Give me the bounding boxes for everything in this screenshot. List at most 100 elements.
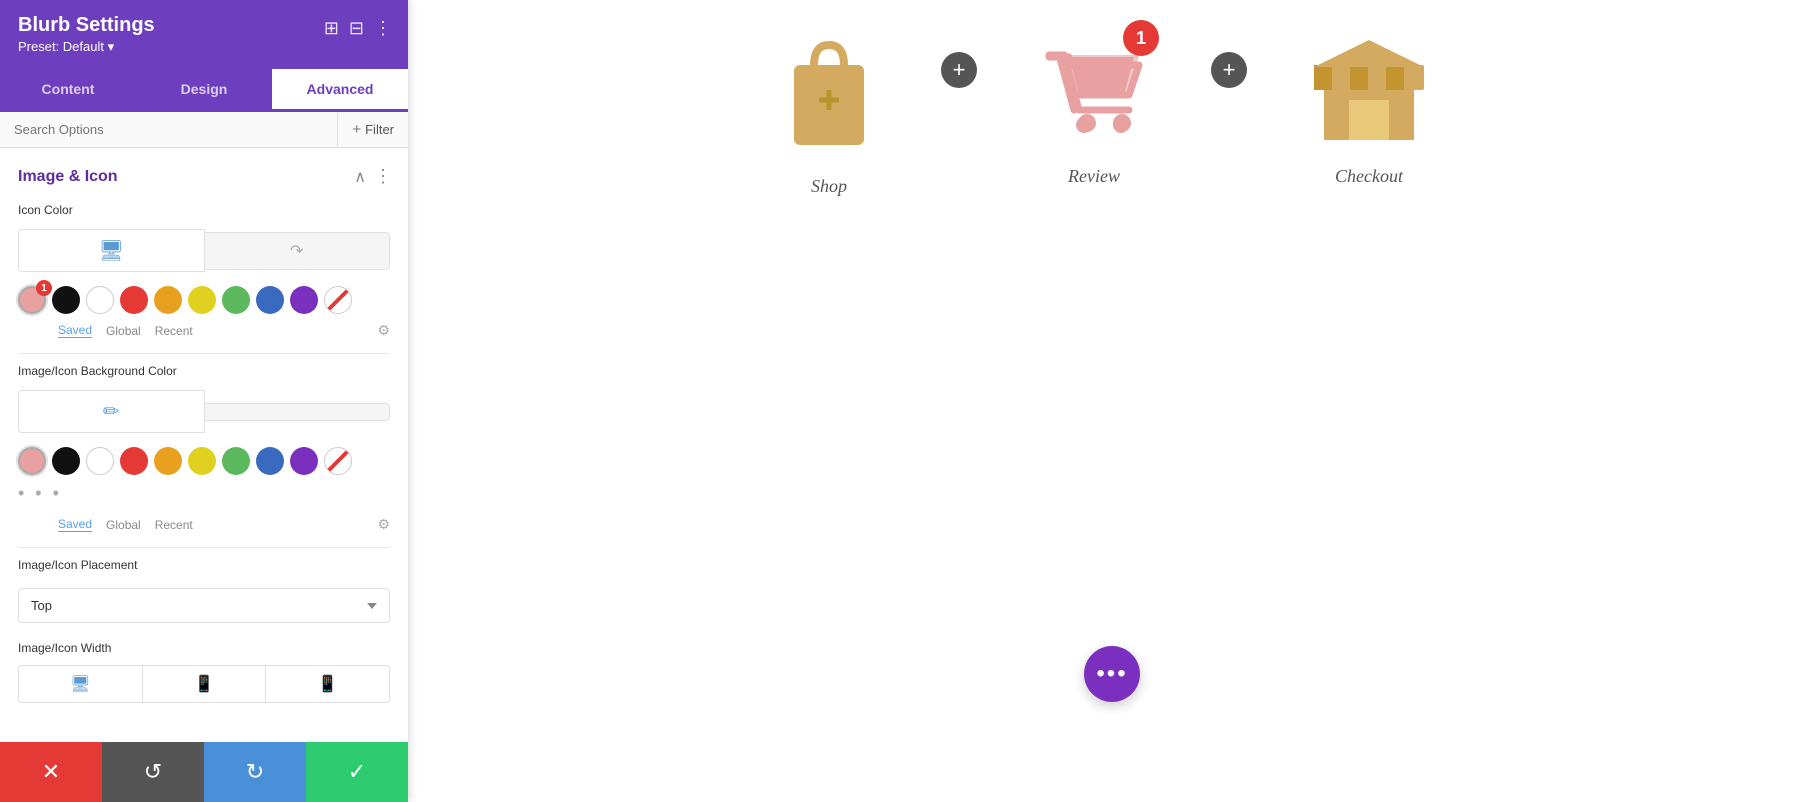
- swatch2-white[interactable]: [86, 447, 114, 475]
- sidebar-title: Blurb Settings: [18, 14, 155, 37]
- cursor-icon: ↷: [290, 241, 303, 261]
- color-settings-icon-2[interactable]: ⚙: [377, 516, 390, 533]
- blurb-item-checkout: Checkout: [1309, 30, 1429, 187]
- blurb-item-shop: Shop: [779, 30, 879, 197]
- icon-color-swatches: 1: [0, 276, 408, 318]
- search-row: + Filter: [0, 112, 408, 148]
- monitor-icon: 🖥: [99, 238, 124, 263]
- sidebar-preset: Preset: Default ▾: [18, 39, 155, 55]
- desktop-icon: 🖥: [70, 674, 90, 694]
- search-input[interactable]: [0, 112, 337, 147]
- saved-tabs-row: Saved Global Recent ⚙: [0, 318, 408, 349]
- swatch2-orange[interactable]: [154, 447, 182, 475]
- sidebar-header: Blurb Settings Preset: Default ▾ ⊞ ⊟ ⋮: [0, 0, 408, 69]
- swatch-wrapper-pink: 1: [18, 286, 46, 314]
- undo-button[interactable]: ↺: [102, 742, 204, 802]
- add-between-2[interactable]: +: [1211, 52, 1247, 88]
- confirm-button[interactable]: ✓: [306, 742, 408, 802]
- swatch2-green[interactable]: [222, 447, 250, 475]
- image-placement-label: Image/Icon Placement: [0, 552, 408, 580]
- image-width-label: Image/Icon Width: [0, 631, 408, 661]
- color-settings-icon[interactable]: ⚙: [377, 322, 390, 339]
- image-icon-section-title: Image & Icon: [18, 168, 118, 186]
- swatch2-black[interactable]: [52, 447, 80, 475]
- image-bg-picker-btn[interactable]: ✏: [18, 390, 205, 433]
- icon-color-label: Icon Color: [0, 197, 408, 225]
- floating-dots-button[interactable]: •••: [1084, 646, 1140, 702]
- tab-design[interactable]: Design: [136, 69, 272, 112]
- filter-button[interactable]: + Filter: [337, 113, 408, 146]
- recent-tab-2[interactable]: Recent: [155, 518, 193, 532]
- device-mobile-btn[interactable]: 📱: [265, 665, 390, 703]
- swatch-yellow[interactable]: [188, 286, 216, 314]
- saved-tabs-row-2: Saved Global Recent ⚙: [0, 512, 408, 543]
- tab-advanced[interactable]: Advanced: [272, 69, 408, 112]
- tab-content[interactable]: Content: [0, 69, 136, 112]
- image-placement-select[interactable]: Top Bottom Left Right: [18, 588, 390, 623]
- swatch2-clear[interactable]: [324, 447, 352, 475]
- image-icon-section-header: Image & Icon ∧ ⋮: [0, 148, 408, 197]
- canvas-row: Shop + 1: [408, 30, 1800, 197]
- more-dots: • • •: [0, 479, 408, 512]
- divider-2: [18, 547, 390, 548]
- checkout-label: Checkout: [1335, 166, 1403, 187]
- add-between-1[interactable]: +: [941, 52, 977, 88]
- device-row: 🖥 📱 📱: [0, 661, 408, 707]
- swatch2-red[interactable]: [120, 447, 148, 475]
- swatch2-yellow[interactable]: [188, 447, 216, 475]
- mobile-icon: 📱: [318, 674, 338, 694]
- icon-color-cursor-btn[interactable]: ↷: [205, 232, 391, 270]
- sidebar-content: Image & Icon ∧ ⋮ Icon Color 🖥 ↷ 1: [0, 148, 408, 802]
- section-actions: ∧ ⋮: [354, 166, 392, 187]
- expand-icon[interactable]: ⊞: [324, 18, 339, 39]
- tablet-icon: 📱: [194, 674, 214, 694]
- swatch-badge-1: 1: [36, 280, 52, 296]
- sidebar: Blurb Settings Preset: Default ▾ ⊞ ⊟ ⋮ C…: [0, 0, 408, 802]
- filter-label: Filter: [365, 122, 394, 137]
- main-canvas: Shop + 1: [408, 0, 1800, 802]
- icon-color-monitor-btn[interactable]: 🖥: [18, 229, 205, 272]
- saved-tab[interactable]: Saved: [58, 323, 92, 338]
- device-desktop-btn[interactable]: 🖥: [18, 665, 142, 703]
- review-icon-wrap: 1: [1039, 30, 1149, 150]
- image-placement-dropdown-row: Top Bottom Left Right: [0, 580, 408, 631]
- swatch2-blue[interactable]: [256, 447, 284, 475]
- shop-label: Shop: [811, 176, 847, 197]
- image-bg-color-label: Image/Icon Background Color: [0, 358, 408, 386]
- bottom-bar: ✕ ↺ ↻ ✓: [0, 742, 408, 802]
- redo-button[interactable]: ↻: [204, 742, 306, 802]
- more-icon[interactable]: ⋮: [374, 18, 392, 39]
- image-bg-color-picker: ✏: [0, 386, 408, 437]
- device-tablet-btn[interactable]: 📱: [142, 665, 266, 703]
- swatch-blue[interactable]: [256, 286, 284, 314]
- global-tab-2[interactable]: Global: [106, 518, 141, 532]
- review-label: Review: [1068, 166, 1120, 187]
- sidebar-header-right: ⊞ ⊟ ⋮: [324, 18, 392, 39]
- recent-tab[interactable]: Recent: [155, 324, 193, 338]
- swatch-orange[interactable]: [154, 286, 182, 314]
- collapse-icon[interactable]: ∧: [354, 167, 366, 187]
- sidebar-tabs: Content Design Advanced: [0, 69, 408, 112]
- swatch-green[interactable]: [222, 286, 250, 314]
- checkout-icon-wrap: [1309, 30, 1429, 150]
- swatch-clear[interactable]: [324, 286, 352, 314]
- saved-tab-2[interactable]: Saved: [58, 517, 92, 532]
- section-more-icon[interactable]: ⋮: [374, 166, 392, 187]
- swatch-red[interactable]: [120, 286, 148, 314]
- divider-1: [18, 353, 390, 354]
- swatch-white[interactable]: [86, 286, 114, 314]
- review-badge: 1: [1123, 20, 1159, 56]
- layout-icon[interactable]: ⊟: [349, 18, 364, 39]
- sidebar-header-left: Blurb Settings Preset: Default ▾: [18, 14, 155, 55]
- blurb-item-review: 1 Review: [1039, 30, 1149, 187]
- global-tab[interactable]: Global: [106, 324, 141, 338]
- icon-color-picker: 🖥 ↷: [0, 225, 408, 276]
- filter-plus-icon: +: [352, 121, 361, 138]
- image-bg-color-swatches: [0, 437, 408, 479]
- swatch-purple[interactable]: [290, 286, 318, 314]
- swatch-black[interactable]: [52, 286, 80, 314]
- swatch2-pink[interactable]: [18, 447, 46, 475]
- image-bg-cursor-btn[interactable]: [205, 403, 391, 421]
- swatch2-purple[interactable]: [290, 447, 318, 475]
- cancel-button[interactable]: ✕: [0, 742, 102, 802]
